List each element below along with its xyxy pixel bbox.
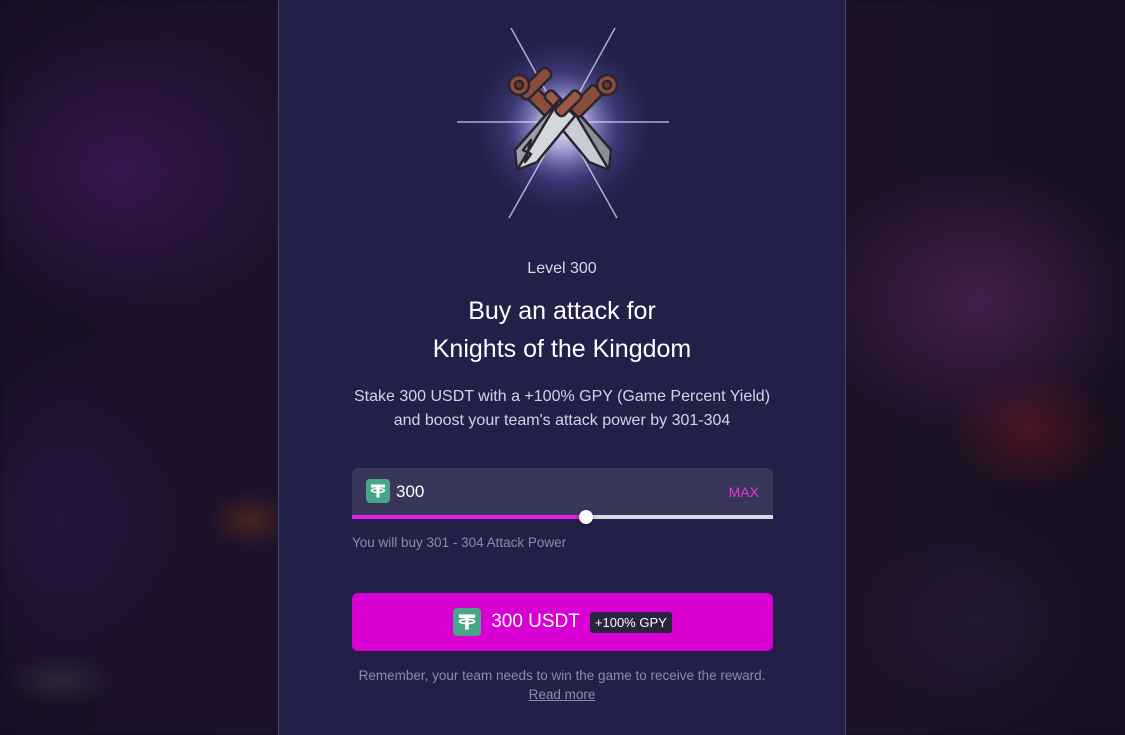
title-line-2: Knights of the Kingdom — [432, 335, 692, 363]
description-line-2: and boost your team's attack power by 30… — [393, 412, 731, 429]
reward-reminder: Remember, your team needs to win the gam… — [279, 666, 845, 704]
crossed-swords-icon — [451, 0, 675, 230]
page-title: Buy an attack for Knights of the Kingdom — [279, 292, 845, 368]
buy-attack-button[interactable]: 300 USDT +100% GPY — [352, 593, 773, 651]
gpy-badge: +100% GPY — [589, 611, 672, 633]
tether-icon — [366, 479, 390, 503]
buy-button-label: 300 USDT — [491, 611, 580, 632]
attack-power-note: You will buy 301 - 304 Attack Power — [352, 535, 567, 550]
reward-reminder-text: Remember, your team needs to win the gam… — [358, 668, 766, 683]
slider-fill — [352, 515, 586, 519]
stake-amount-input[interactable] — [396, 480, 696, 504]
buy-button-content: 300 USDT +100% GPY — [352, 593, 773, 651]
stake-slider[interactable] — [352, 510, 773, 524]
buy-attack-modal: Level 300 Buy an attack for Knights of t… — [278, 0, 846, 735]
read-more-link[interactable]: Read more — [529, 685, 596, 704]
description-line-1: Stake 300 USDT with a +100% GPY (Game Pe… — [353, 388, 771, 405]
title-line-1: Buy an attack for — [468, 297, 656, 325]
stake-amount-field: MAX — [352, 468, 773, 518]
level-label: Level 300 — [527, 260, 597, 277]
max-button[interactable]: MAX — [729, 484, 759, 500]
slider-thumb[interactable] — [578, 510, 593, 524]
stake-description: Stake 300 USDT with a +100% GPY (Game Pe… — [319, 385, 805, 433]
tether-icon — [453, 608, 482, 636]
